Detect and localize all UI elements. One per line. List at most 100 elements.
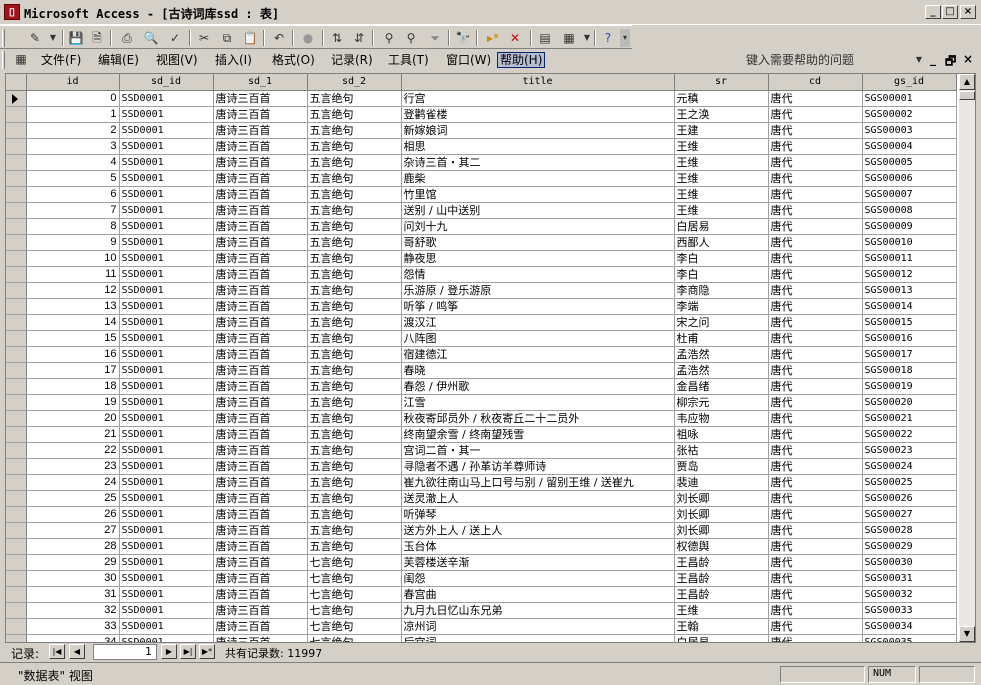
- table-row[interactable]: 26 SSD0001 唐诗三百首 五言绝句 听弹琴 刘长卿 唐代 SGS00027: [6, 506, 957, 523]
- cell-sd_1[interactable]: 唐诗三百首: [213, 138, 308, 155]
- cell-title[interactable]: 送方外上人 / 送上人: [401, 522, 675, 539]
- cell-gs_id[interactable]: SGS00009: [862, 218, 957, 235]
- cell-title[interactable]: 登鹳雀楼: [401, 106, 675, 123]
- record-selector[interactable]: [6, 554, 27, 571]
- cell-sd_1[interactable]: 唐诗三百首: [213, 218, 308, 235]
- column-header-gs_id[interactable]: gs_id: [862, 74, 957, 91]
- table-row[interactable]: 20 SSD0001 唐诗三百首 五言绝句 秋夜寄邱员外 / 秋夜寄丘二十二员外 韦应物唐…: [6, 410, 957, 427]
- record-selector[interactable]: [6, 474, 27, 491]
- cell-sd_id[interactable]: SSD0001: [119, 154, 214, 171]
- column-header-id[interactable]: id: [26, 74, 120, 91]
- table-row[interactable]: 18 SSD0001 唐诗三百首 五言绝句 春怨 / 伊州歌 金昌绪 唐代 SGS00019: [6, 378, 957, 395]
- column-header-cd[interactable]: cd: [768, 74, 863, 91]
- table-row[interactable]: 11 SSD0001 唐诗三百首 五言绝句 怨情 李白 唐代 SGS00012: [6, 266, 957, 283]
- cell-sr[interactable]: 裴迪: [674, 474, 769, 491]
- cell-sd_2[interactable]: 五言绝句: [307, 394, 402, 411]
- cell-sd_1[interactable]: 唐诗三百首: [213, 202, 308, 219]
- cell-id[interactable]: 16: [26, 346, 120, 363]
- cell-title[interactable]: 听筝 / 鸣筝: [401, 298, 675, 315]
- record-selector[interactable]: [6, 186, 27, 203]
- cell-gs_id[interactable]: SGS00017: [862, 346, 957, 363]
- cell-gs_id[interactable]: SGS00010: [862, 234, 957, 251]
- cell-id[interactable]: 26: [26, 506, 120, 523]
- cell-cd[interactable]: 唐代: [768, 634, 863, 642]
- cell-sr[interactable]: 柳宗元: [674, 394, 769, 411]
- cell-id[interactable]: 30: [26, 570, 120, 587]
- spelling-icon[interactable]: ✓: [166, 29, 184, 47]
- cell-sd_id[interactable]: SSD0001: [119, 106, 214, 123]
- column-header-sr[interactable]: sr: [674, 74, 769, 91]
- cell-sd_id[interactable]: SSD0001: [119, 378, 214, 395]
- cell-id[interactable]: 14: [26, 314, 120, 331]
- table-row[interactable]: 16 SSD0001 唐诗三百首 五言绝句 宿建德江 孟浩然 唐代 SGS00017: [6, 346, 957, 363]
- cell-cd[interactable]: 唐代: [768, 186, 863, 203]
- filter-by-form-icon[interactable]: ⚲: [402, 29, 420, 47]
- cell-sr[interactable]: 孟浩然: [674, 346, 769, 363]
- table-row[interactable]: 17 SSD0001 唐诗三百首 五言绝句 春晓 孟浩然 唐代 SGS00018: [6, 362, 957, 379]
- cell-title[interactable]: 秋夜寄邱员外 / 秋夜寄丘二十二员外: [401, 410, 675, 427]
- table-row[interactable]: 9 SSD0001 唐诗三百首 五言绝句 哥舒歌 西鄙人 唐代 SGS00010: [6, 234, 957, 251]
- column-header-title[interactable]: title: [401, 74, 675, 91]
- cell-cd[interactable]: 唐代: [768, 106, 863, 123]
- cell-gs_id[interactable]: SGS00029: [862, 538, 957, 555]
- cell-cd[interactable]: 唐代: [768, 618, 863, 635]
- cell-sd_id[interactable]: SSD0001: [119, 426, 214, 443]
- cell-gs_id[interactable]: SGS00028: [862, 522, 957, 539]
- view-dropdown-icon[interactable]: ▼: [44, 29, 62, 47]
- cell-title[interactable]: 宫词二首・其一: [401, 442, 675, 459]
- menu-file[interactable]: 文件(F): [39, 52, 83, 68]
- sort-ascending-icon[interactable]: ⇅: [328, 29, 346, 47]
- cell-sd_1[interactable]: 唐诗三百首: [213, 442, 308, 459]
- vertical-scrollbar[interactable]: ▲ ▼: [959, 74, 975, 642]
- table-row[interactable]: 12 SSD0001 唐诗三百首 五言绝句 乐游原 / 登乐游原 李商隐 唐代 SGS0001…: [6, 282, 957, 299]
- cell-sd_id[interactable]: SSD0001: [119, 394, 214, 411]
- table-row[interactable]: 3 SSD0001 唐诗三百首 五言绝句 相思 王维 唐代 SGS00004: [6, 138, 957, 155]
- cell-sd_1[interactable]: 唐诗三百首: [213, 330, 308, 347]
- table-row[interactable]: 0 SSD0001 唐诗三百首 五言绝句 行宫 元稹 唐代 SGS00001: [6, 90, 957, 107]
- cell-sd_2[interactable]: 五言绝句: [307, 90, 402, 107]
- record-selector[interactable]: [6, 522, 27, 539]
- cell-sd_1[interactable]: 唐诗三百首: [213, 634, 308, 642]
- record-selector[interactable]: [6, 426, 27, 443]
- undo-icon[interactable]: ↶: [270, 29, 288, 47]
- cell-cd[interactable]: 唐代: [768, 250, 863, 267]
- cell-sd_id[interactable]: SSD0001: [119, 218, 214, 235]
- cell-gs_id[interactable]: SGS00013: [862, 282, 957, 299]
- cell-sd_id[interactable]: SSD0001: [119, 170, 214, 187]
- filter-by-selection-icon[interactable]: ⚲: [380, 29, 398, 47]
- cell-gs_id[interactable]: SGS00024: [862, 458, 957, 475]
- cell-title[interactable]: 寻隐者不遇 / 孙革访羊尊师诗: [401, 458, 675, 475]
- cell-id[interactable]: 9: [26, 234, 120, 251]
- cell-cd[interactable]: 唐代: [768, 378, 863, 395]
- cell-cd[interactable]: 唐代: [768, 330, 863, 347]
- cell-title[interactable]: 春宫曲: [401, 586, 675, 603]
- cell-sd_2[interactable]: 五言绝句: [307, 490, 402, 507]
- cell-title[interactable]: 八阵图: [401, 330, 675, 347]
- cell-sr[interactable]: 杜甫: [674, 330, 769, 347]
- cell-sd_id[interactable]: SSD0001: [119, 618, 214, 635]
- table-row[interactable]: 24 SSD0001 唐诗三百首 五言绝句 崔九欲往南山马上口号与别 / 留别王维 / …: [6, 474, 957, 491]
- cell-cd[interactable]: 唐代: [768, 234, 863, 251]
- cell-gs_id[interactable]: SGS00020: [862, 394, 957, 411]
- cell-gs_id[interactable]: SGS00003: [862, 122, 957, 139]
- cell-sr[interactable]: 王维: [674, 602, 769, 619]
- cell-sd_2[interactable]: 五言绝句: [307, 250, 402, 267]
- cell-id[interactable]: 0: [26, 90, 120, 107]
- cell-id[interactable]: 17: [26, 362, 120, 379]
- cell-sd_1[interactable]: 唐诗三百首: [213, 298, 308, 315]
- record-selector[interactable]: [6, 506, 27, 523]
- table-row[interactable]: 34 SSD0001 唐诗三百首 七言绝句 后宫词 白居易 唐代 SGS00035: [6, 634, 957, 642]
- cell-id[interactable]: 27: [26, 522, 120, 539]
- cell-sr[interactable]: 李白: [674, 266, 769, 283]
- cell-sd_id[interactable]: SSD0001: [119, 330, 214, 347]
- table-row[interactable]: 22 SSD0001 唐诗三百首 五言绝句 宫词二首・其一 张祜 唐代 SGS00023: [6, 442, 957, 459]
- cell-sd_1[interactable]: 唐诗三百首: [213, 314, 308, 331]
- insert-hyperlink-icon[interactable]: ●: [299, 29, 317, 47]
- table-row[interactable]: 21 SSD0001 唐诗三百首 五言绝句 终南望余雪 / 终南望残雪 祖咏 唐代 SGS00…: [6, 426, 957, 443]
- record-selector[interactable]: [6, 138, 27, 155]
- cell-sd_1[interactable]: 唐诗三百首: [213, 170, 308, 187]
- cell-sd_id[interactable]: SSD0001: [119, 90, 214, 107]
- cell-title[interactable]: 杂诗三首・其二: [401, 154, 675, 171]
- cell-sd_1[interactable]: 唐诗三百首: [213, 250, 308, 267]
- cell-sr[interactable]: 李白: [674, 250, 769, 267]
